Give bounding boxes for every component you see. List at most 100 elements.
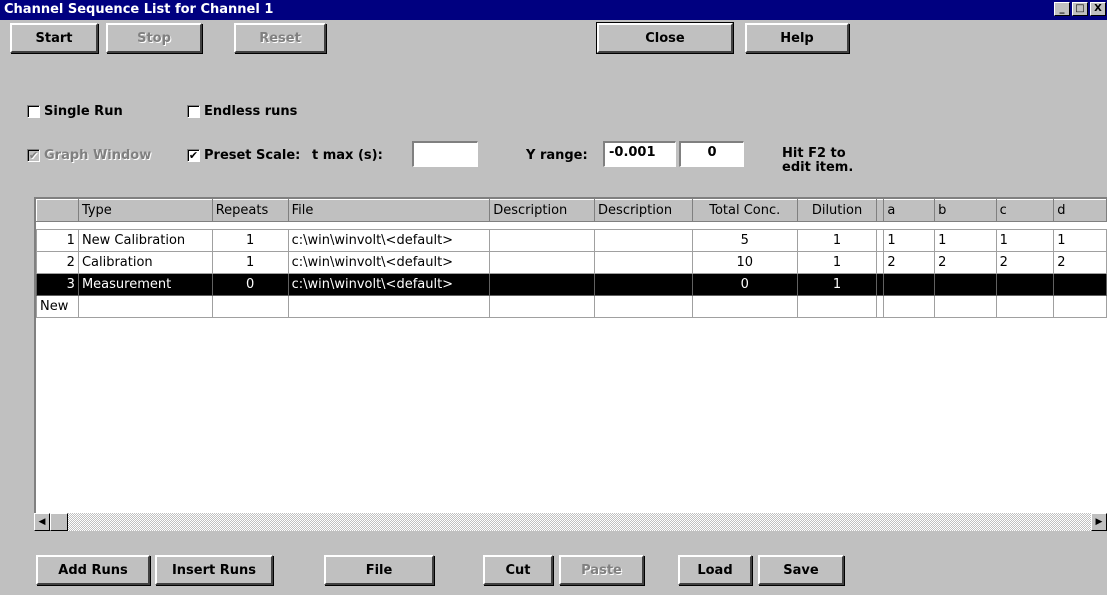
- f2-hint-line1: Hit F2 to: [782, 146, 846, 161]
- load-button[interactable]: Load: [678, 555, 752, 585]
- cell-repeats[interactable]: 1: [211, 229, 289, 252]
- cell-type[interactable]: Measurement: [77, 273, 213, 296]
- cell-file[interactable]: c:\win\winvolt\<default>: [287, 251, 491, 274]
- cell-c[interactable]: 1: [995, 229, 1055, 252]
- cell-total-conc[interactable]: 10: [691, 251, 798, 274]
- cell-dilution[interactable]: 1: [796, 229, 878, 252]
- cell-description-2[interactable]: [594, 229, 693, 252]
- scroll-thumb[interactable]: [50, 513, 68, 531]
- row-number[interactable]: New: [36, 295, 79, 318]
- cell-file[interactable]: c:\win\winvolt\<default>: [287, 229, 491, 252]
- preset-scale-box[interactable]: ✔: [187, 148, 200, 162]
- cell-total-conc[interactable]: [691, 295, 798, 318]
- table-row-new[interactable]: New: [36, 295, 1107, 318]
- header-description-2[interactable]: Description: [594, 199, 693, 222]
- cell-a[interactable]: 1: [883, 229, 936, 252]
- cell-b[interactable]: [934, 273, 997, 296]
- cell-description-1[interactable]: [489, 273, 596, 296]
- endless-runs-checkbox[interactable]: Endless runs: [187, 103, 297, 119]
- table-row-selected[interactable]: 3 Measurement 0 c:\win\winvolt\<default>…: [36, 273, 1107, 296]
- table-row[interactable]: 1 New Calibration 1 c:\win\winvolt\<defa…: [36, 229, 1107, 252]
- cell-total-conc[interactable]: 0: [691, 273, 798, 296]
- cell-a[interactable]: [883, 273, 936, 296]
- cell-d[interactable]: [1053, 273, 1107, 296]
- cell-d[interactable]: 2: [1053, 251, 1107, 274]
- graph-window-label: Graph Window: [44, 147, 152, 163]
- yrange-min-field[interactable]: -0.001: [603, 141, 676, 167]
- cell-dilution[interactable]: 1: [796, 251, 878, 274]
- row-number[interactable]: 3: [36, 273, 79, 296]
- cell-description-1[interactable]: [489, 251, 596, 274]
- close-window-icon[interactable]: X: [1090, 2, 1106, 16]
- header-repeats[interactable]: Repeats: [211, 199, 289, 222]
- header-a[interactable]: a: [883, 199, 936, 222]
- header-total-conc[interactable]: Total Conc.: [691, 199, 798, 222]
- tmax-field[interactable]: [412, 141, 478, 167]
- row-number[interactable]: 2: [36, 251, 79, 274]
- cell-description-2[interactable]: [594, 295, 693, 318]
- cell-description-1[interactable]: [489, 295, 596, 318]
- single-run-checkbox[interactable]: Single Run: [27, 103, 123, 119]
- cell-total-conc[interactable]: 5: [691, 229, 798, 252]
- cell-description-1[interactable]: [489, 229, 596, 252]
- header-c[interactable]: c: [995, 199, 1055, 222]
- start-button[interactable]: Start: [10, 23, 98, 53]
- stop-button[interactable]: Stop: [106, 23, 202, 53]
- reset-button[interactable]: Reset: [234, 23, 326, 53]
- cell-c[interactable]: [995, 273, 1055, 296]
- insert-runs-button[interactable]: Insert Runs: [155, 555, 273, 585]
- graph-window-box[interactable]: ✔: [27, 148, 40, 162]
- single-run-box[interactable]: [27, 104, 40, 118]
- cell-file[interactable]: [287, 295, 491, 318]
- table-row[interactable]: 2 Calibration 1 c:\win\winvolt\<default>…: [36, 251, 1107, 274]
- cut-button[interactable]: Cut: [483, 555, 553, 585]
- cell-a[interactable]: 2: [883, 251, 936, 274]
- header-rownum: [36, 199, 79, 222]
- cell-dilution[interactable]: [796, 295, 878, 318]
- header-b[interactable]: b: [934, 199, 997, 222]
- sequence-grid[interactable]: Type Repeats File Description Descriptio…: [34, 197, 1107, 513]
- endless-runs-box[interactable]: [187, 104, 200, 118]
- header-dilution[interactable]: Dilution: [796, 199, 878, 222]
- row-number[interactable]: 1: [36, 229, 79, 252]
- file-button[interactable]: File: [324, 555, 434, 585]
- graph-window-checkbox[interactable]: ✔ Graph Window: [27, 147, 151, 163]
- header-d[interactable]: d: [1053, 199, 1107, 222]
- cell-type[interactable]: [77, 295, 213, 318]
- cell-d[interactable]: 1: [1053, 229, 1107, 252]
- cell-type[interactable]: New Calibration: [77, 229, 213, 252]
- yrange-max-field[interactable]: 0: [679, 141, 744, 167]
- minimize-icon[interactable]: _: [1054, 2, 1070, 16]
- close-button[interactable]: Close: [596, 22, 734, 54]
- paste-button[interactable]: Paste: [559, 555, 644, 585]
- grid-left-edge: [0, 197, 34, 531]
- help-button[interactable]: Help: [745, 23, 849, 53]
- add-runs-button[interactable]: Add Runs: [36, 555, 150, 585]
- cell-description-2[interactable]: [594, 251, 693, 274]
- cell-b[interactable]: 1: [934, 229, 997, 252]
- cell-repeats[interactable]: [211, 295, 289, 318]
- cell-repeats[interactable]: 0: [211, 273, 289, 296]
- header-description-1[interactable]: Description: [489, 199, 596, 222]
- cell-b[interactable]: 2: [934, 251, 997, 274]
- endless-runs-label: Endless runs: [204, 103, 298, 119]
- cell-file[interactable]: c:\win\winvolt\<default>: [287, 273, 491, 296]
- scroll-right-icon[interactable]: ▶: [1091, 513, 1107, 531]
- cell-c[interactable]: [995, 295, 1055, 318]
- cell-c[interactable]: 2: [995, 251, 1055, 274]
- cell-a[interactable]: [883, 295, 936, 318]
- table-header-row: Type Repeats File Description Descriptio…: [36, 199, 1107, 222]
- save-button[interactable]: Save: [758, 555, 844, 585]
- cell-b[interactable]: [934, 295, 997, 318]
- scroll-left-icon[interactable]: ◀: [34, 513, 50, 531]
- horizontal-scrollbar[interactable]: ◀ ▶: [34, 513, 1107, 531]
- cell-description-2[interactable]: [594, 273, 693, 296]
- cell-repeats[interactable]: 1: [211, 251, 289, 274]
- cell-type[interactable]: Calibration: [77, 251, 213, 274]
- maximize-icon[interactable]: □: [1072, 2, 1088, 16]
- cell-d[interactable]: [1053, 295, 1107, 318]
- preset-scale-checkbox[interactable]: ✔ Preset Scale:: [187, 147, 300, 163]
- header-type[interactable]: Type: [77, 199, 213, 222]
- header-file[interactable]: File: [287, 199, 491, 222]
- cell-dilution[interactable]: 1: [796, 273, 878, 296]
